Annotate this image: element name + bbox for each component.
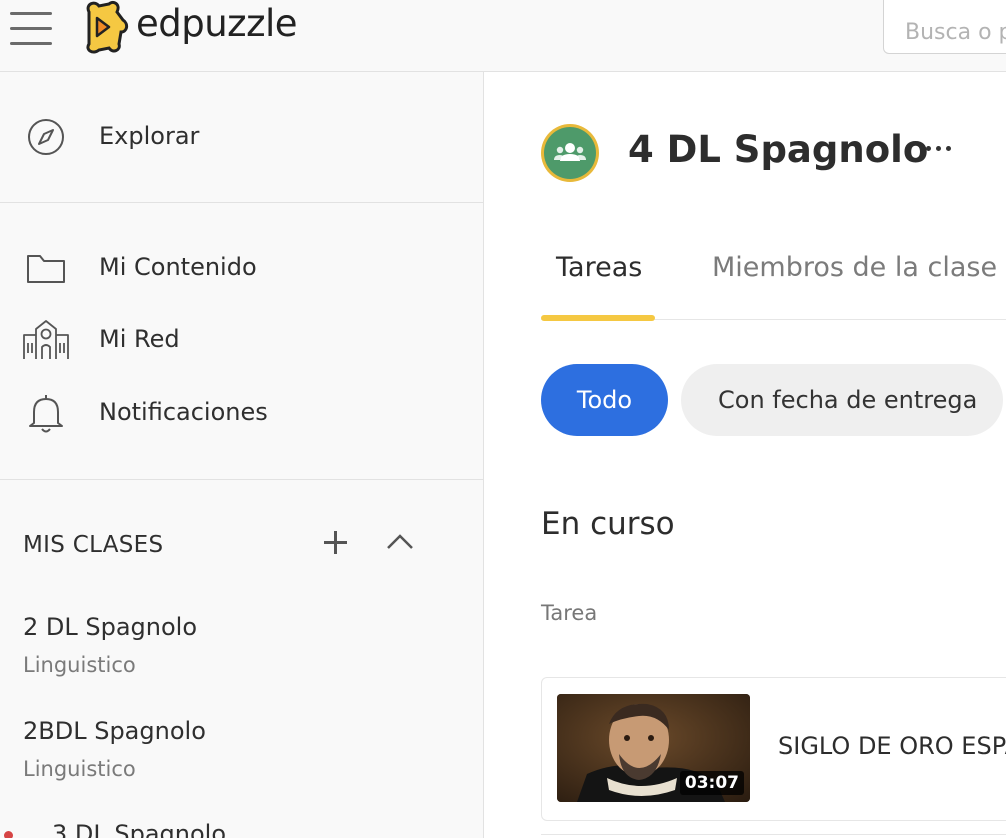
filter-due-date-button[interactable]: Con fecha de entrega: [681, 364, 1003, 436]
class-avatar: [541, 124, 599, 182]
chevron-up-icon[interactable]: [383, 528, 417, 556]
class-name: 2 DL Spagnolo: [23, 613, 198, 641]
sidebar-item-explorar[interactable]: Explorar: [0, 112, 483, 162]
hamburger-menu-icon[interactable]: [10, 12, 52, 46]
class-name: 3 DL Spagnolo: [52, 820, 227, 838]
assignment-card[interactable]: 03:07 SIGLO DE ORO ESPA: [541, 677, 1006, 821]
filter-todo-button[interactable]: Todo: [541, 364, 668, 436]
tab-miembros[interactable]: Miembros de la clase: [712, 250, 997, 286]
class-item-2bdl[interactable]: 2BDL Spagnolo Linguistico: [23, 714, 453, 804]
folder-icon: [27, 255, 65, 283]
classes-header: MIS CLASES: [23, 532, 164, 558]
assignment-title[interactable]: SIGLO DE ORO ESPA: [778, 730, 1006, 762]
active-tab-indicator: [541, 315, 655, 321]
school-building-icon: [23, 320, 69, 359]
search-input[interactable]: [883, 0, 1006, 54]
sidebar-item-label: Notificaciones: [99, 398, 268, 426]
next-assignment-card[interactable]: [541, 834, 1006, 838]
sidebar-nav-section: Mi Contenido Mi Red Notificaciones: [0, 203, 483, 480]
video-thumbnail[interactable]: 03:07: [557, 694, 750, 802]
sidebar-item-label: Mi Red: [99, 325, 180, 353]
more-options-icon[interactable]: [918, 132, 960, 164]
class-subtitle: Linguistico: [23, 653, 136, 677]
sidebar-item-notificaciones[interactable]: Notificaciones: [0, 388, 483, 438]
edpuzzle-logo-icon[interactable]: [79, 0, 129, 55]
top-bar: edpuzzle: [0, 0, 1006, 72]
sidebar: Explorar Mi Contenido Mi Red Notificacio: [0, 72, 484, 838]
section-title: En curso: [541, 506, 675, 542]
class-title: 4 DL Spagnolo: [628, 128, 929, 171]
add-class-button[interactable]: [318, 525, 352, 559]
class-item-2-dl[interactable]: 2 DL Spagnolo Linguistico: [23, 610, 453, 700]
sidebar-item-label: Explorar: [99, 122, 200, 150]
sidebar-item-label: Mi Contenido: [99, 253, 257, 281]
unread-dot: [4, 831, 13, 838]
sidebar-item-mi-red[interactable]: Mi Red: [0, 315, 483, 365]
main-content: 4 DL Spagnolo Tareas Miembros de la clas…: [484, 72, 1006, 838]
sidebar-item-mi-contenido[interactable]: Mi Contenido: [0, 243, 483, 293]
people-group-icon: [554, 143, 586, 161]
class-subtitle: Linguistico: [23, 757, 136, 781]
column-label: Tarea: [541, 601, 598, 625]
tab-tareas[interactable]: Tareas: [556, 250, 642, 286]
bell-icon: [29, 395, 63, 433]
video-duration: 03:07: [679, 771, 744, 795]
sidebar-explore-section: Explorar: [0, 72, 483, 203]
class-item-3-dl[interactable]: 3 DL Spagnolo: [4, 817, 453, 838]
compass-icon: [28, 119, 64, 155]
class-name: 2BDL Spagnolo: [23, 717, 206, 745]
brand-name[interactable]: edpuzzle: [136, 0, 298, 48]
